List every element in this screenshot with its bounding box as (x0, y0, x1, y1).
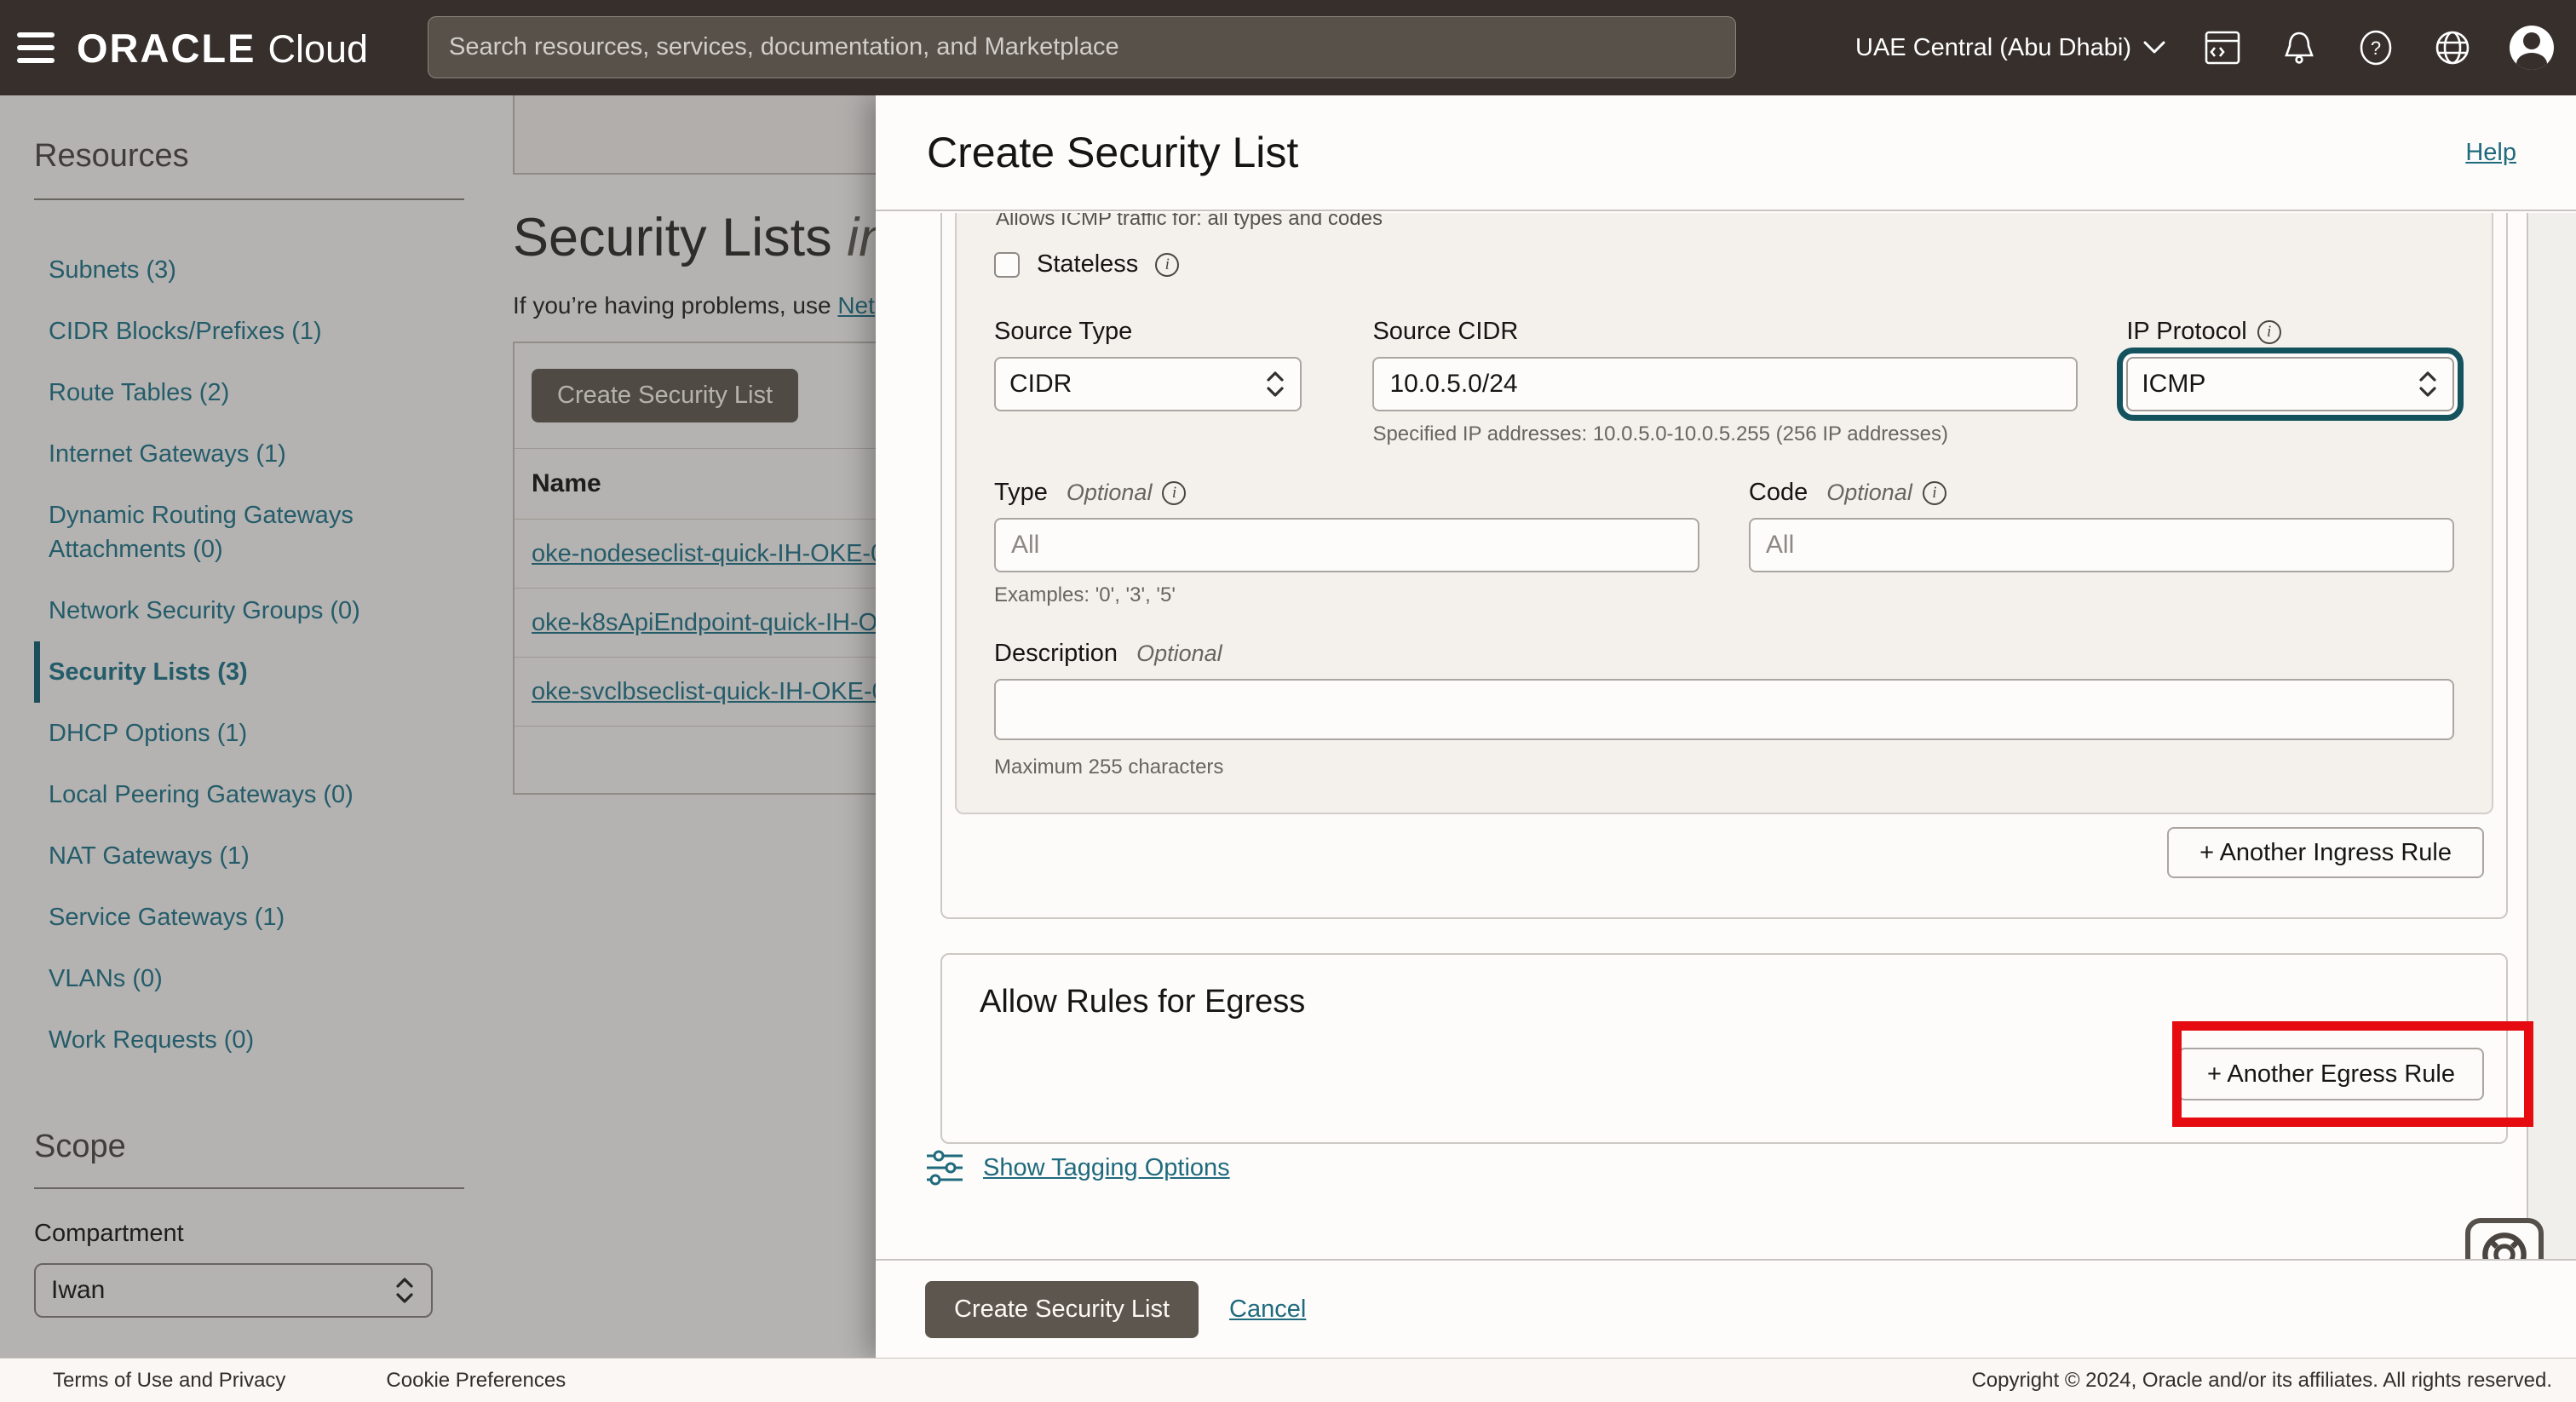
copyright-text: Copyright © 2024, Oracle and/or its affi… (1971, 1369, 2552, 1393)
tagging-options-icon (925, 1148, 964, 1187)
icmp-code-input[interactable] (1749, 518, 2454, 572)
create-security-list-drawer: Create Security List Help Allows ICMP tr… (876, 95, 2576, 1358)
source-cidr-label: Source CIDR (1372, 318, 1518, 346)
cloud-shell-icon[interactable] (2203, 28, 2242, 67)
screen: ORACLE Cloud UAE Central (Abu Dhabi) (0, 0, 2576, 1402)
stepper-icon (2417, 369, 2439, 399)
drawer-header: Create Security List Help (876, 95, 2576, 211)
optional-tag: Optional (1136, 641, 1222, 667)
brand-cloud: Cloud (267, 27, 368, 72)
scrollbar-track[interactable] (2527, 213, 2576, 1259)
type-examples-text: Examples: '0', '3', '5' (994, 583, 1699, 607)
ip-protocol-label: IP Protocol (2126, 318, 2246, 346)
region-label: UAE Central (Abu Dhabi) (1855, 34, 2131, 62)
drawer-footer: Create Security List Cancel (876, 1259, 2576, 1358)
cancel-link[interactable]: Cancel (1229, 1296, 1306, 1324)
hamburger-menu-icon[interactable] (0, 0, 65, 95)
svg-text:?: ? (2371, 37, 2381, 59)
global-search-input[interactable] (428, 16, 1736, 78)
description-helper-text: Maximum 255 characters (994, 756, 2454, 779)
source-type-value: CIDR (1009, 370, 1072, 399)
oracle-cloud-logo: ORACLE Cloud (77, 25, 368, 72)
show-tagging-options-link[interactable]: Show Tagging Options (983, 1154, 1230, 1182)
topbar: ORACLE Cloud UAE Central (Abu Dhabi) (0, 0, 2576, 95)
description-label: Description (994, 640, 1118, 668)
source-row: Source Type CIDR Source CIDR (994, 318, 2454, 446)
type-code-row: Type Optional i Examples: '0', '3', '5' … (994, 479, 2454, 607)
cidr-helper-text: Specified IP addresses: 10.0.5.0-10.0.5.… (1372, 422, 2077, 446)
code-label: Code (1749, 479, 1808, 507)
another-ingress-rule-button[interactable]: + Another Ingress Rule (2167, 827, 2484, 878)
topbar-actions: UAE Central (Abu Dhabi) (1855, 0, 2554, 95)
terms-link[interactable]: Terms of Use and Privacy (53, 1369, 285, 1393)
drawer-body: Allows ICMP traffic for: all types and c… (876, 213, 2576, 1259)
info-icon[interactable]: i (1155, 253, 1179, 277)
stateless-checkbox[interactable] (994, 252, 1020, 278)
brand-oracle: ORACLE (77, 25, 256, 72)
chevron-down-icon (2143, 41, 2165, 55)
drawer-title: Create Security List (927, 128, 1298, 177)
optional-tag: Optional (1826, 480, 1912, 506)
region-selector[interactable]: UAE Central (Abu Dhabi) (1855, 34, 2165, 62)
create-security-list-submit-button[interactable]: Create Security List (925, 1281, 1199, 1338)
info-icon[interactable]: i (2257, 320, 2281, 344)
description-input[interactable] (994, 679, 2454, 740)
cookie-preferences-link[interactable]: Cookie Preferences (386, 1369, 566, 1393)
egress-section-title: Allow Rules for Egress (980, 984, 1305, 1020)
modal-backdrop (0, 95, 876, 1358)
ip-protocol-value: ICMP (2142, 370, 2205, 399)
ingress-rule-box: Allows ICMP traffic for: all types and c… (955, 213, 2493, 814)
type-label: Type (994, 479, 1048, 507)
stateless-label: Stateless (1037, 250, 1138, 279)
help-icon[interactable]: ? (2356, 28, 2395, 67)
source-cidr-input[interactable] (1372, 357, 2077, 411)
icmp-note: Allows ICMP traffic for: all types and c… (996, 213, 1383, 231)
ingress-rules-card: Allows ICMP traffic for: all types and c… (940, 213, 2508, 919)
icmp-type-input[interactable] (994, 518, 1699, 572)
info-icon[interactable]: i (1923, 481, 1946, 505)
source-type-label: Source Type (994, 318, 1132, 346)
user-avatar[interactable] (2510, 26, 2554, 70)
assist-widget[interactable] (2465, 1218, 2544, 1259)
description-area: Description Optional Maximum 255 charact… (994, 640, 2454, 779)
annotation-highlight-box (2172, 1021, 2533, 1127)
optional-tag: Optional (1067, 480, 1153, 506)
info-icon[interactable]: i (1162, 481, 1186, 505)
ip-protocol-select[interactable]: ICMP (2126, 357, 2454, 411)
help-link[interactable]: Help (2465, 139, 2516, 167)
tagging-row: Show Tagging Options (925, 1148, 1230, 1187)
life-ring-icon (2480, 1230, 2529, 1259)
page-footer: Terms of Use and Privacy Cookie Preferen… (0, 1358, 2576, 1402)
language-globe-icon[interactable] (2433, 28, 2472, 67)
source-type-select[interactable]: CIDR (994, 357, 1302, 411)
stepper-icon (1264, 369, 1286, 399)
notifications-bell-icon[interactable] (2280, 28, 2319, 67)
